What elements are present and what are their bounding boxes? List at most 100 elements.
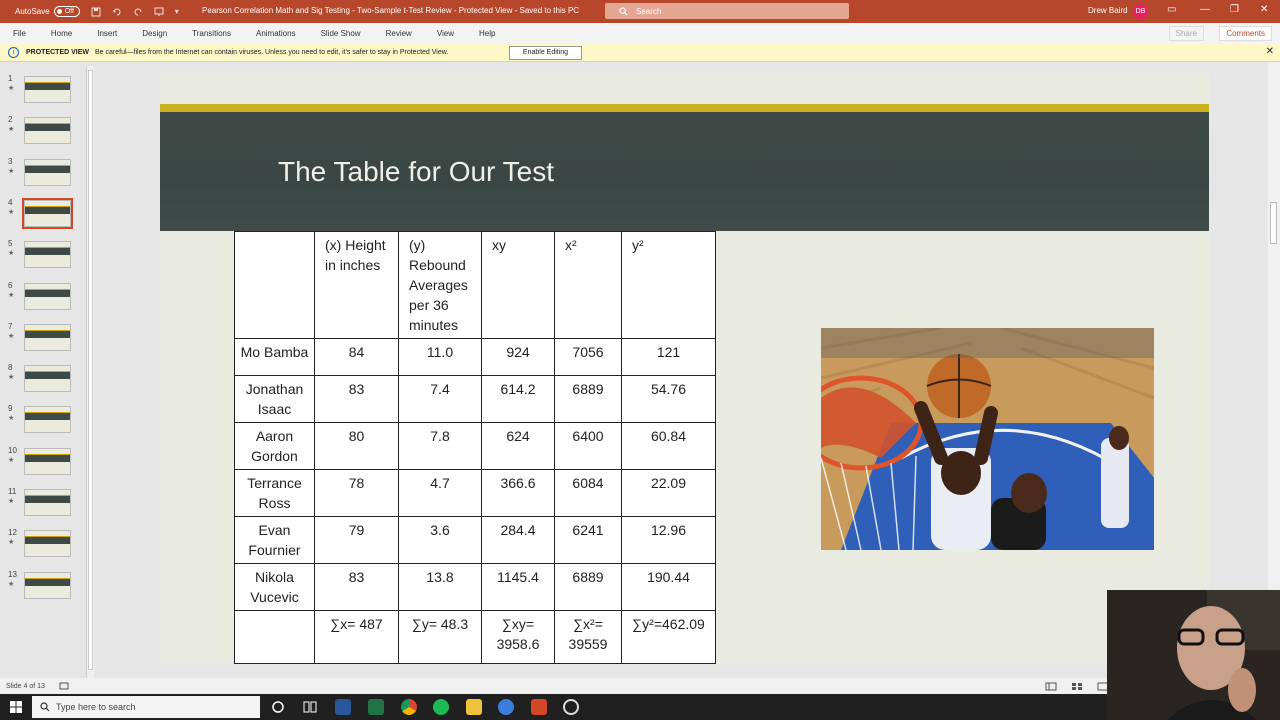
scrollbar-thumb[interactable] — [88, 70, 93, 670]
table-cell: 54.76 — [621, 375, 716, 423]
excel-icon[interactable] — [368, 699, 384, 715]
avatar[interactable]: DB — [1133, 4, 1148, 19]
tab-home[interactable]: Home — [51, 29, 72, 38]
table-cell: Mo Bamba — [234, 338, 315, 376]
title-bar: AutoSave Off ▾ Pearson Correlation Math … — [0, 0, 1280, 23]
tab-file[interactable]: File — [13, 29, 26, 38]
comments-button[interactable]: Comments — [1219, 26, 1272, 41]
task-view-icon[interactable] — [302, 699, 318, 715]
cortana-icon[interactable] — [270, 699, 286, 715]
slide-thumbnail[interactable] — [24, 489, 71, 516]
table-row: Terrance Ross 78 4.7 366.6 6084 22.09 — [234, 469, 716, 517]
table-cell: 1145.4 — [481, 563, 555, 611]
data-table[interactable]: (x) Height in inches (y) Rebound Average… — [234, 231, 716, 664]
minimize-button[interactable]: — — [1200, 4, 1210, 15]
save-icon[interactable] — [91, 7, 101, 17]
accessibility-icon[interactable] — [59, 682, 69, 690]
slide-thumbnail[interactable] — [24, 323, 71, 351]
table-cell: Jonathan Isaac — [234, 375, 315, 423]
thumbnail-scrollbar[interactable] — [86, 66, 94, 678]
tab-help[interactable]: Help — [479, 29, 495, 38]
status-bar: Slide 4 of 13 — [0, 678, 1280, 694]
tab-insert[interactable]: Insert — [97, 29, 117, 38]
basketball-photo[interactable] — [821, 328, 1154, 550]
slide-thumbnail[interactable] — [24, 530, 71, 558]
animation-star-icon: ★ — [8, 126, 15, 134]
thumbnail-number: 8 — [8, 363, 13, 373]
autosave-state: Off — [64, 8, 74, 15]
tab-review[interactable]: Review — [386, 29, 412, 38]
tab-view[interactable]: View — [437, 29, 454, 38]
file-explorer-icon[interactable] — [466, 699, 482, 715]
table-cell: 6889 — [554, 375, 622, 423]
slide-thumbnail[interactable] — [24, 365, 71, 393]
tab-animations[interactable]: Animations — [256, 29, 296, 38]
slide-thumbnail[interactable] — [24, 571, 71, 599]
slide-scrollbar[interactable] — [1268, 62, 1280, 678]
table-cell: ∑y= 48.3 — [398, 610, 482, 664]
slide-thumbnail[interactable] — [22, 197, 73, 229]
thumbnail-number: 11 — [8, 487, 17, 496]
table-cell: ∑x= 487 — [314, 610, 399, 664]
comments-label: Comments — [1226, 29, 1265, 38]
slide-thumbnail[interactable] — [24, 406, 71, 434]
animation-star-icon: ★ — [8, 415, 15, 423]
browser-icon[interactable] — [498, 699, 514, 715]
thumbnail-number: 10 — [8, 445, 17, 455]
ribbon-display-icon[interactable]: ▭ — [1167, 4, 1176, 15]
table-row: Evan Fournier 79 3.6 284.4 6241 12.96 — [234, 516, 716, 564]
slide-thumbnail[interactable] — [24, 282, 71, 310]
chrome-icon[interactable] — [401, 699, 417, 715]
thumbnail-number: 12 — [8, 528, 17, 538]
table-cell: 6241 — [554, 516, 622, 564]
normal-view-icon[interactable] — [1045, 682, 1057, 691]
slide-accent-bar — [160, 104, 1209, 112]
table-cell: 366.6 — [481, 469, 555, 517]
windows-start-icon[interactable] — [10, 701, 22, 713]
scrollbar-thumb[interactable] — [1270, 202, 1277, 244]
close-icon[interactable]: ✕ — [1266, 46, 1274, 57]
table-cell: Aaron Gordon — [234, 422, 315, 470]
slide-sorter-icon[interactable] — [1071, 682, 1083, 691]
table-cell: 6084 — [554, 469, 622, 517]
slide-thumbnail[interactable] — [24, 447, 71, 475]
table-cell: 12.96 — [621, 516, 716, 564]
spotify-icon[interactable] — [433, 699, 449, 715]
enable-editing-button[interactable]: Enable Editing — [509, 46, 582, 60]
customize-toolbar-icon[interactable]: ▾ — [175, 7, 185, 17]
tab-transitions[interactable]: Transitions — [192, 29, 231, 38]
slide-thumbnail[interactable] — [24, 76, 71, 103]
slide-title[interactable]: The Table for Our Test — [278, 156, 554, 188]
autosave-toggle[interactable]: Off — [53, 6, 80, 17]
document-title: Pearson Correlation Math and Sig Testing… — [202, 6, 580, 15]
table-cell: 121 — [621, 338, 716, 376]
app-icon[interactable] — [563, 699, 579, 715]
powerpoint-icon[interactable] — [531, 699, 547, 715]
close-button[interactable]: ✕ — [1260, 4, 1268, 15]
slide-thumbnail[interactable] — [24, 117, 71, 145]
share-button[interactable]: Share — [1168, 26, 1204, 41]
table-cell: 624 — [481, 422, 555, 470]
restore-button[interactable]: ❐ — [1230, 4, 1239, 15]
taskbar-search-placeholder: Type here to search — [56, 702, 136, 712]
table-cell: 924 — [481, 338, 555, 376]
word-icon[interactable] — [335, 699, 351, 715]
present-icon[interactable] — [154, 7, 164, 17]
taskbar-search[interactable]: Type here to search — [32, 696, 260, 718]
table-cell: 190.44 — [621, 563, 716, 611]
redo-icon[interactable] — [133, 7, 143, 17]
search-box[interactable]: Search — [605, 3, 849, 19]
tab-design[interactable]: Design — [142, 29, 167, 38]
table-row: Jonathan Isaac 83 7.4 614.2 6889 54.76 — [234, 375, 716, 423]
slide-thumbnail[interactable] — [24, 158, 71, 186]
autosave[interactable]: AutoSave Off — [15, 6, 80, 17]
animation-star-icon: ★ — [8, 374, 15, 382]
slide-thumbnail[interactable] — [24, 241, 71, 269]
table-header-row: (x) Height in inches (y) Rebound Average… — [234, 231, 716, 339]
tab-slide-show[interactable]: Slide Show — [321, 29, 361, 38]
thumbnail-number: 2 — [8, 115, 13, 125]
undo-icon[interactable] — [112, 7, 122, 17]
protected-view-bar: i PROTECTED VIEW Be careful—files from t… — [0, 44, 1280, 62]
search-placeholder: Search — [636, 6, 662, 16]
user-name[interactable]: Drew Baird — [1088, 6, 1128, 15]
